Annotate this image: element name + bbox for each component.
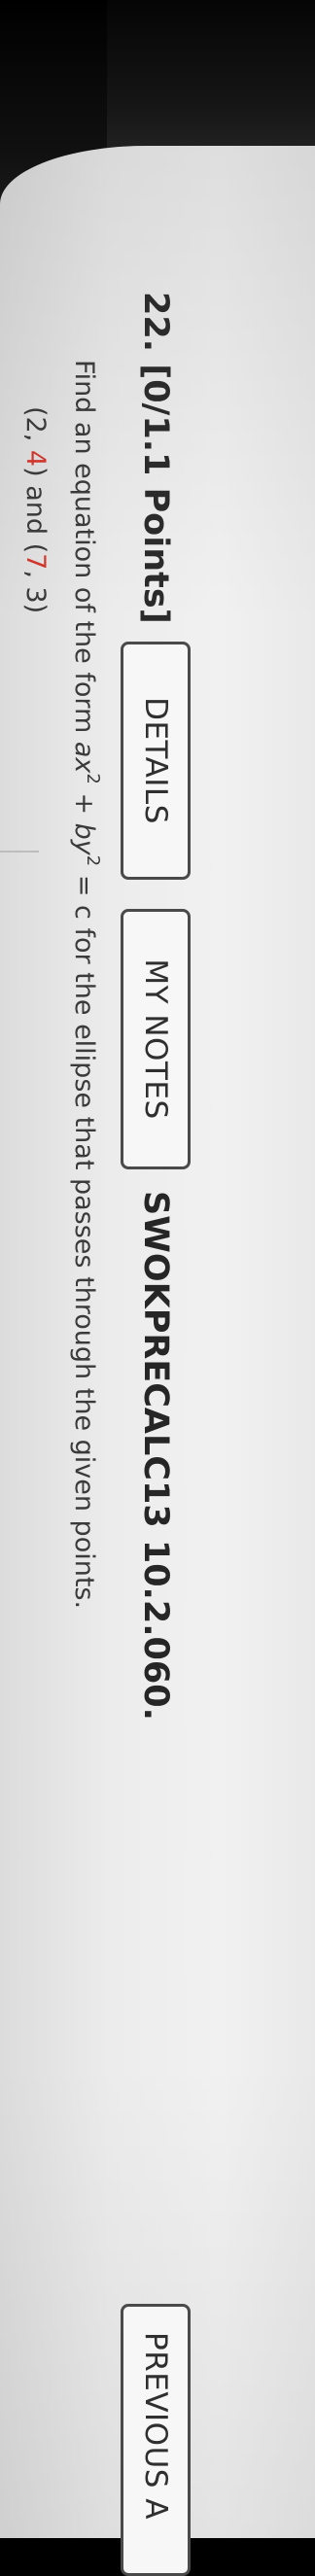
point-1-y: 4	[20, 449, 51, 468]
details-button-label: DETAILS	[138, 697, 173, 824]
question-number-label: 22.	[136, 292, 175, 353]
details-button[interactable]: DETAILS	[121, 642, 191, 880]
previous-answers-button[interactable]: PREVIOUS A	[121, 2304, 191, 2576]
my-notes-button-label: MY NOTES	[138, 958, 173, 1120]
point-2-x: 7	[20, 553, 51, 571]
point-1-close: )	[20, 467, 51, 477]
points-and: and	[20, 476, 51, 543]
prompt-exponent-2: 2	[83, 854, 103, 867]
prompt-term-b: by	[69, 822, 99, 855]
prompt-plus: +	[69, 783, 99, 823]
points-label: [0/1.1 Points]	[136, 364, 175, 624]
prompt-exponent-1: 2	[83, 773, 103, 784]
prompt-text-end: = c for the ellipse that passes through …	[69, 866, 99, 1610]
point-1-open: (2,	[20, 406, 51, 450]
question-prompt: Find an equation of the form ax2 + by2 =…	[64, 360, 103, 1609]
prompt-text-start: Find an equation of the form	[69, 360, 99, 742]
source-label: SWOKPRECALC13 10.2.060.	[136, 1191, 175, 1721]
point-2-close: , 3)	[20, 570, 51, 614]
question-number: 22. [0/1.1 Points]	[132, 292, 179, 624]
previous-button-label: PREVIOUS A	[138, 2332, 173, 2520]
given-points: (2, 4) and (7, 3)	[16, 406, 54, 613]
question-header: 22. [0/1.1 Points] DETAILS MY NOTES SWOK…	[0, 0, 315, 2576]
question-panel: 22. [0/1.1 Points] DETAILS MY NOTES SWOK…	[0, 0, 315, 2576]
point-2-open: (	[20, 542, 51, 554]
my-notes-button[interactable]: MY NOTES	[121, 909, 191, 1169]
prompt-term-a: ax	[69, 741, 99, 774]
